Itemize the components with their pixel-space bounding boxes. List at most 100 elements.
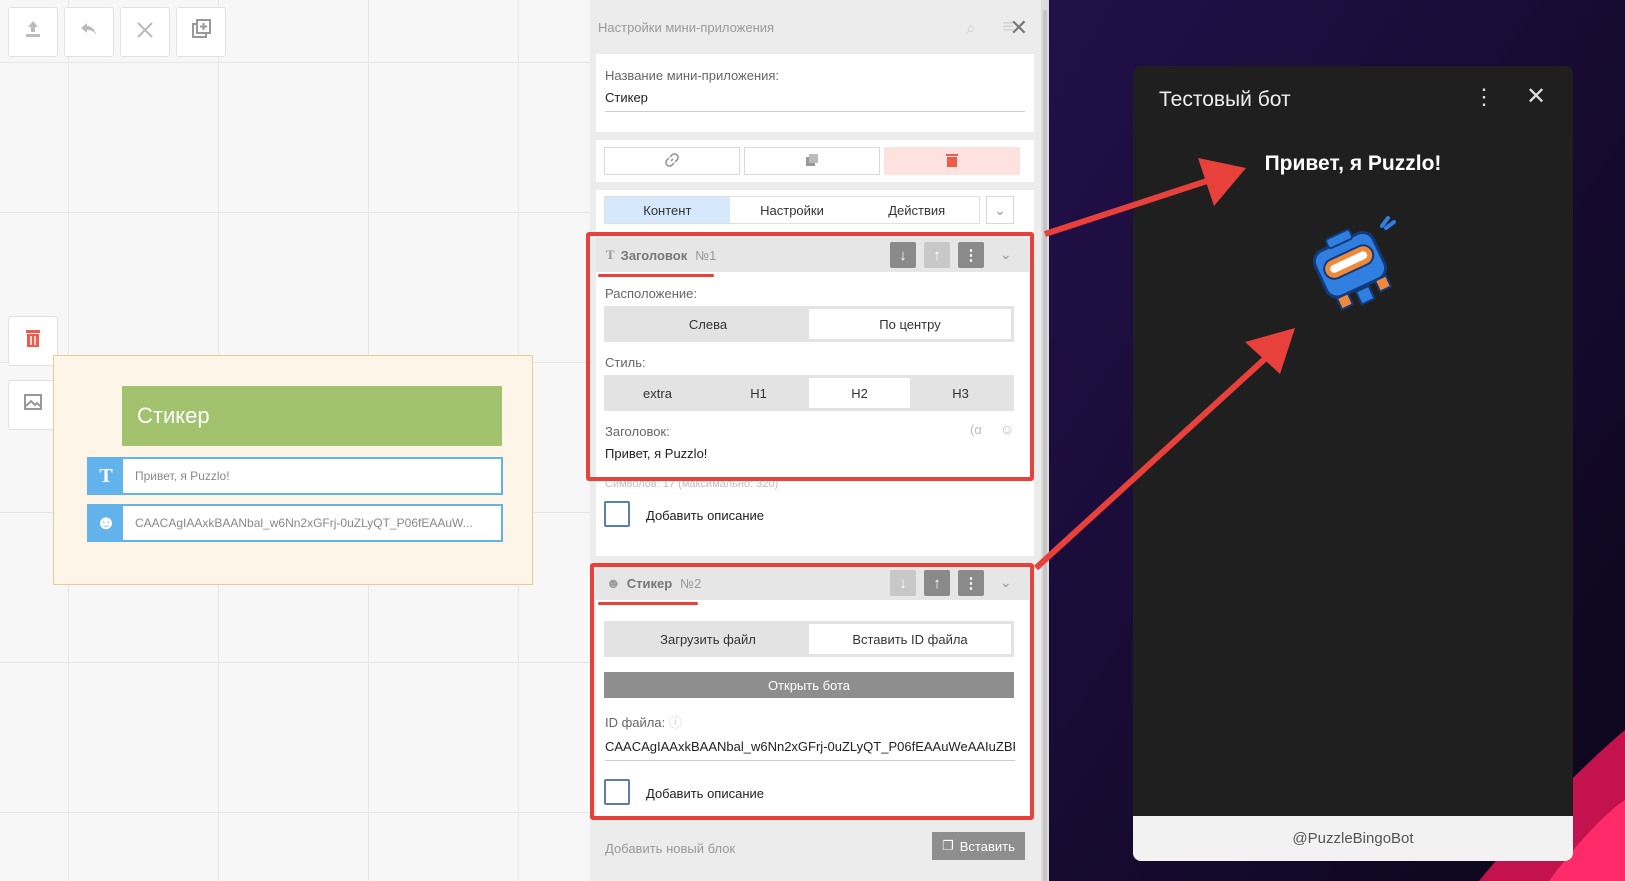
sticker-image	[1308, 214, 1400, 319]
open-bot-button[interactable]: Открыть бота	[604, 672, 1014, 698]
variable-icon[interactable]: (α	[970, 422, 982, 437]
source-insert-id[interactable]: Вставить ID файла	[809, 624, 1011, 654]
arrow-up-icon: ↑	[933, 574, 941, 592]
close-icon	[136, 19, 154, 45]
chevron-down-icon[interactable]: ⌄	[1000, 246, 1012, 263]
preview-heading: Привет, я Puzzlo!	[1264, 152, 1442, 175]
name-label: Название мини-приложения:	[605, 68, 780, 83]
panel-header: Настройки мини-приложения ⌕ ≡ ✕	[598, 15, 1034, 42]
node-sticker-row[interactable]: ☻ CAACAgIAAxkBAANbal_w6Nn2xGFrj-0uZLyQT_…	[87, 504, 503, 542]
tab-actions[interactable]: Действия	[854, 197, 979, 223]
more-vertical-icon: ⋮	[963, 575, 979, 592]
heading-field-label: Заголовок:	[605, 424, 670, 439]
emoji-icon[interactable]: ☺	[1000, 421, 1014, 437]
arrow-down-icon: ↓	[899, 574, 907, 592]
node-sticker-text: CAACAgIAAxkBAANbal_w6Nn2xGFrj-0uZLyQT_P0…	[135, 516, 473, 530]
position-left[interactable]: Слева	[607, 309, 809, 339]
add-description-label: Добавить описание	[646, 508, 764, 523]
mini-app-node[interactable]: Стикер T Привет, я Puzzlo! ☻ CAACAgIAAxk…	[53, 355, 533, 585]
insert-button[interactable]: ❐ Вставить	[932, 832, 1025, 860]
chevron-down-icon: ⌄	[994, 201, 1006, 218]
name-input[interactable]: Стикер	[605, 90, 1025, 112]
close-icon[interactable]: ✕	[1526, 82, 1546, 111]
upload-button[interactable]	[8, 7, 58, 57]
link-icon	[665, 152, 679, 170]
bot-username-footer[interactable]: @PuzzleBingoBot	[1133, 816, 1573, 861]
undo-icon	[79, 19, 99, 45]
style-selector: extra H1 H2 H3	[604, 375, 1014, 411]
move-up-button[interactable]: ↑	[924, 570, 950, 596]
style-h3[interactable]: H3	[910, 378, 1011, 408]
delete-app-button[interactable]	[884, 147, 1020, 175]
upload-icon	[23, 19, 43, 45]
move-down-button[interactable]: ↓	[890, 570, 916, 596]
trash-icon	[946, 153, 958, 170]
node-heading-text: Привет, я Puzzlo!	[135, 469, 230, 483]
style-h1[interactable]: H1	[708, 378, 809, 408]
name-card: Название мини-приложения: Стикер	[596, 54, 1034, 132]
copy-button[interactable]	[744, 147, 880, 175]
link-button[interactable]	[604, 147, 740, 175]
node-title: Стикер	[122, 386, 502, 446]
sticker-source-selector: Загрузить файл Вставить ID файла	[604, 621, 1014, 657]
telegram-preview-window: Тестовый бот ⋮ ✕ Привет, я Puzzlo! @Puzz…	[1133, 66, 1573, 861]
move-up-button[interactable]: ↑	[924, 242, 950, 268]
add-description-checkbox[interactable]	[604, 501, 630, 527]
add-block-button[interactable]	[176, 7, 226, 57]
position-selector: Слева По центру	[604, 306, 1014, 342]
move-down-button[interactable]: ↓	[890, 242, 916, 268]
smile-icon: ☻	[89, 506, 123, 540]
add-block-icon	[191, 19, 211, 45]
annotation-underline-sticker	[598, 602, 698, 605]
sticker-type-icon: ☻	[606, 575, 621, 591]
panel-title: Настройки мини-приложения	[598, 20, 775, 35]
tabs-card: Контент Настройки Действия ⌄	[596, 190, 1034, 232]
style-label: Стиль:	[605, 355, 646, 370]
editor-canvas[interactable]: Стикер T Привет, я Puzzlo! ☻ CAACAgIAAxk…	[0, 0, 590, 881]
heading-input[interactable]: Привет, я Puzzlo!	[605, 446, 1015, 461]
undo-button[interactable]	[64, 7, 114, 57]
char-counter: Символов: 17 (максимально: 320)	[605, 478, 779, 490]
arrow-up-icon: ↑	[933, 246, 941, 264]
delete-tool-button[interactable]	[120, 7, 170, 57]
position-center[interactable]: По центру	[809, 309, 1011, 339]
file-id-input[interactable]: CAACAgIAAxkBAANbal_w6Nn2xGFrj-0uZLyQT_P0…	[605, 739, 1015, 761]
close-panel-icon[interactable]: ✕	[1010, 15, 1028, 41]
tab-content[interactable]: Контент	[605, 197, 730, 223]
node-heading-row[interactable]: T Привет, я Puzzlo!	[87, 457, 503, 495]
heading-block-number: №1	[695, 247, 717, 263]
text-icon: T	[89, 459, 123, 493]
arrow-down-icon: ↓	[899, 246, 907, 264]
file-id-label: ID файла: ⓘ	[605, 715, 682, 730]
trash-icon	[24, 328, 42, 354]
more-vertical-icon: ⋮	[963, 247, 979, 264]
content-tabs: Контент Настройки Действия	[604, 196, 980, 224]
add-description-label: Добавить описание	[646, 786, 764, 801]
add-description-checkbox[interactable]	[604, 779, 630, 805]
block-more-button[interactable]: ⋮	[958, 570, 984, 596]
block-more-button[interactable]: ⋮	[958, 242, 984, 268]
paste-icon: ❐	[942, 838, 954, 853]
settings-panel: Настройки мини-приложения ⌕ ≡ ✕ Название…	[590, 0, 1049, 881]
style-h2[interactable]: H2	[809, 378, 910, 408]
search-icon[interactable]: ⌕	[966, 18, 976, 39]
heading-block-type: Заголовок	[620, 247, 688, 263]
panel-scrollbar-thumb[interactable]	[1043, 10, 1047, 881]
tab-settings[interactable]: Настройки	[730, 197, 855, 223]
sticker-block-number: №2	[680, 575, 702, 591]
action-buttons-card	[596, 140, 1034, 182]
help-icon[interactable]: ⓘ	[669, 715, 682, 730]
text-type-icon: T	[606, 247, 615, 262]
node-image-button[interactable]	[8, 380, 58, 430]
more-vertical-icon[interactable]: ⋮	[1473, 84, 1495, 110]
node-delete-button[interactable]	[8, 316, 58, 366]
tabs-dropdown-button[interactable]: ⌄	[986, 196, 1014, 224]
source-upload[interactable]: Загрузить файл	[607, 624, 809, 654]
annotation-underline-heading	[598, 274, 714, 277]
bot-title: Тестовый бот	[1159, 88, 1291, 111]
style-extra[interactable]: extra	[607, 378, 708, 408]
add-block-label: Добавить новый блок	[605, 841, 736, 856]
insert-button-label: Вставить	[959, 838, 1015, 854]
image-icon	[23, 392, 43, 418]
chevron-down-icon[interactable]: ⌄	[1000, 574, 1012, 591]
